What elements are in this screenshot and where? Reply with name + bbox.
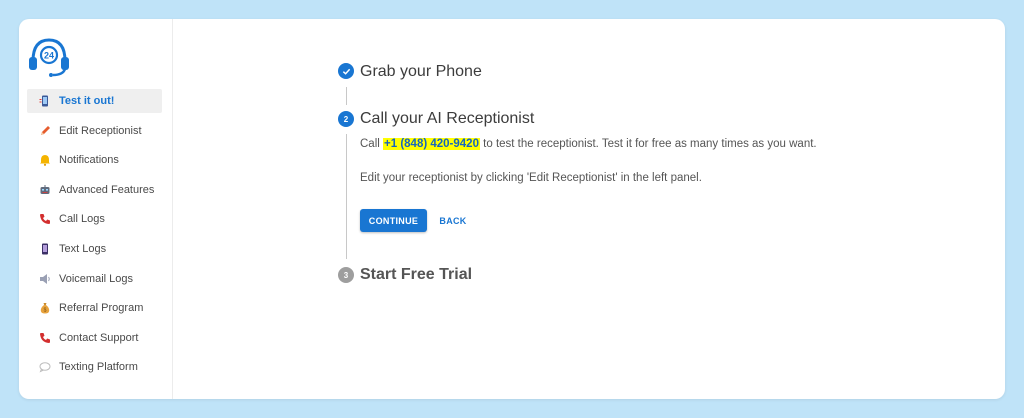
- sidebar-item-label: Contact Support: [59, 331, 139, 344]
- step-3-number: 3: [338, 267, 354, 283]
- headset-logo[interactable]: 24: [27, 35, 71, 77]
- logo-text: 24: [44, 51, 54, 61]
- svg-text:$: $: [43, 308, 46, 314]
- sidebar-item-label: Call Logs: [59, 213, 105, 226]
- instruction-text: Call: [360, 138, 384, 150]
- step-connector: [346, 134, 347, 259]
- continue-button[interactable]: CONTINUE: [360, 209, 427, 232]
- sidebar-item-label: Texting Platform: [59, 361, 138, 374]
- pencil-icon: [38, 124, 51, 137]
- sidebar-item-label: Voicemail Logs: [59, 272, 133, 285]
- robot-icon: [38, 183, 51, 196]
- sidebar-item-voicemail-logs[interactable]: Voicemail Logs: [27, 267, 162, 291]
- sidebar-nav: Test it out! Edit Receptionist Notificat…: [27, 89, 162, 385]
- step-2-number: 2: [338, 111, 354, 127]
- sidebar-item-call-logs[interactable]: Call Logs: [27, 207, 162, 231]
- step-2-edit-hint: Edit your receptionist by clicking 'Edit…: [360, 172, 702, 184]
- main-card: 24 Test it out! Edit Receptionist Notifi…: [19, 19, 1005, 399]
- sidebar-item-label: Test it out!: [59, 95, 115, 107]
- step-3-title[interactable]: Start Free Trial: [360, 266, 472, 284]
- sidebar-item-referral-program[interactable]: $ Referral Program: [27, 296, 162, 320]
- phone-icon: [38, 213, 51, 226]
- chat-bubble-icon: [38, 361, 51, 374]
- step-2-instructions: Call +1 (848) 420-9420 to test the recep…: [360, 138, 817, 150]
- sidebar-item-advanced-features[interactable]: Advanced Features: [27, 178, 162, 202]
- sidebar-item-contact-support[interactable]: Contact Support: [27, 326, 162, 350]
- bell-icon: [38, 154, 51, 167]
- sidebar-item-label: Notifications: [59, 154, 119, 167]
- sidebar-item-edit-receptionist[interactable]: Edit Receptionist: [27, 119, 162, 143]
- money-bag-icon: $: [38, 302, 51, 315]
- step-connector: [346, 87, 347, 105]
- sidebar-item-label: Edit Receptionist: [59, 124, 142, 137]
- step-1-title[interactable]: Grab your Phone: [360, 63, 482, 81]
- phone-device-icon: [38, 95, 51, 108]
- sidebar: 24 Test it out! Edit Receptionist Notifi…: [19, 19, 173, 399]
- sidebar-item-texting-platform[interactable]: Texting Platform: [27, 355, 162, 379]
- phone-icon: [38, 331, 51, 344]
- back-button[interactable]: BACK: [435, 209, 471, 232]
- stepper-content: Grab your Phone 2 Call your AI Reception…: [173, 19, 1005, 399]
- sidebar-item-notifications[interactable]: Notifications: [27, 148, 162, 172]
- sidebar-item-test-it-out[interactable]: Test it out!: [27, 89, 162, 113]
- sidebar-item-label: Referral Program: [59, 302, 144, 315]
- instruction-text: to test the receptionist. Test it for fr…: [479, 138, 817, 150]
- sidebar-item-text-logs[interactable]: Text Logs: [27, 237, 162, 261]
- sidebar-item-label: Text Logs: [59, 242, 107, 255]
- speaker-icon: [38, 272, 51, 285]
- step-2-title[interactable]: Call your AI Receptionist: [360, 110, 534, 128]
- mobile-icon: [38, 242, 51, 255]
- step-1-check-icon: [338, 63, 354, 79]
- sidebar-item-label: Advanced Features: [59, 183, 155, 196]
- phone-number[interactable]: +1 (848) 420-9420: [383, 138, 480, 150]
